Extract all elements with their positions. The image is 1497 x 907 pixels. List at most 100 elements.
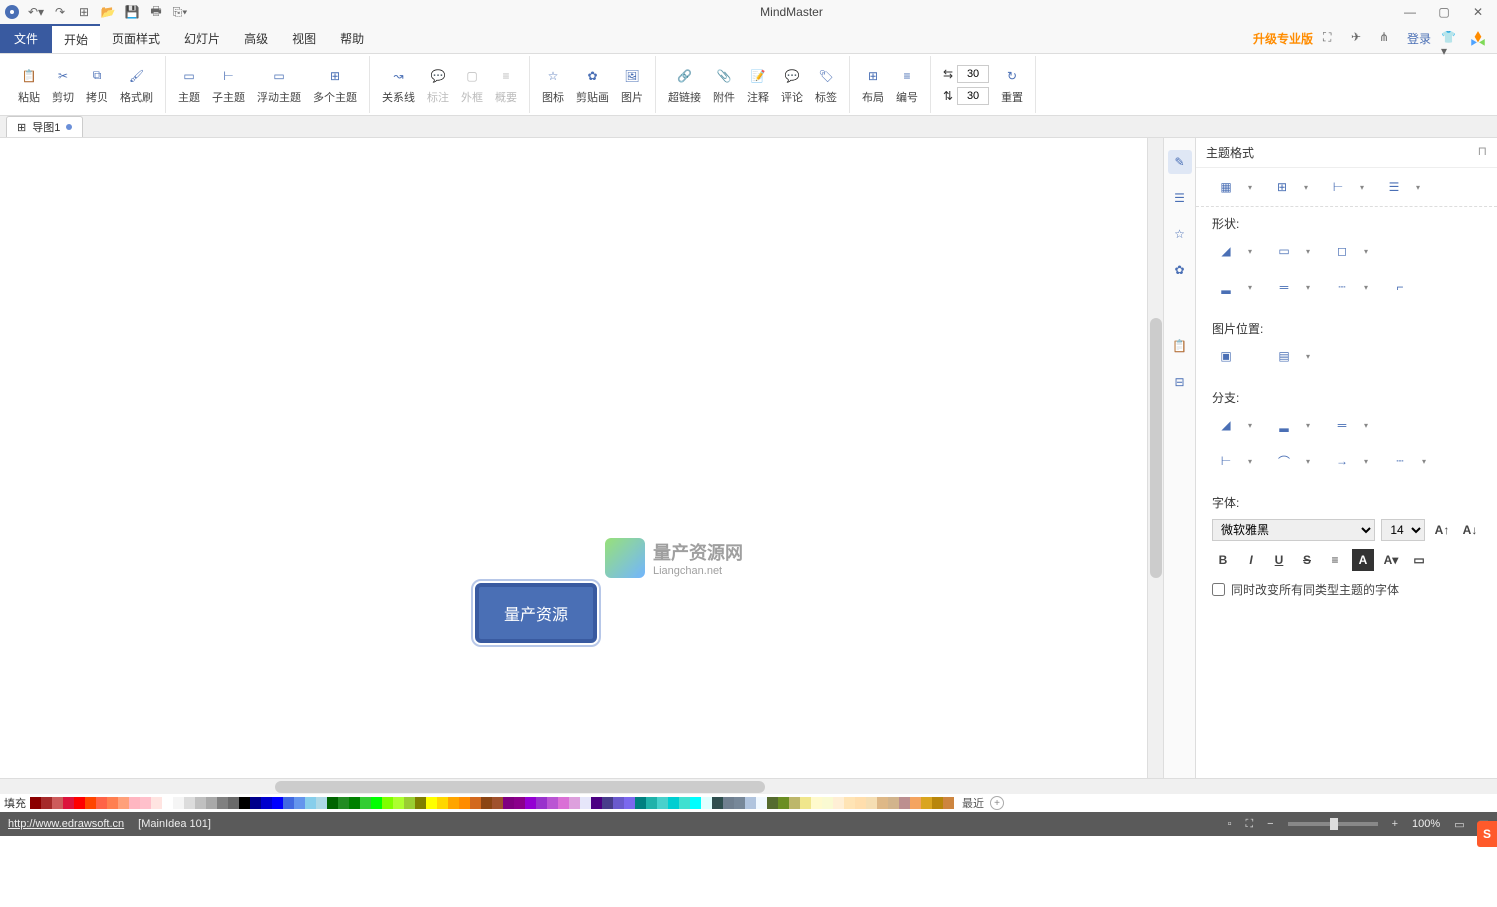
zoom-knob[interactable] (1330, 818, 1338, 830)
branch-fill-icon[interactable]: ◢ (1212, 414, 1240, 436)
side-style-icon[interactable]: ✎ (1168, 150, 1192, 174)
upgrade-link[interactable]: 升级专业版 (1253, 30, 1313, 47)
tab-page-style[interactable]: 页面样式 (100, 24, 172, 53)
color-swatch[interactable] (250, 797, 261, 809)
color-swatch[interactable] (899, 797, 910, 809)
close-button[interactable]: ✕ (1463, 2, 1493, 22)
color-swatch[interactable] (448, 797, 459, 809)
color-swatch[interactable] (943, 797, 954, 809)
app-menu-icon[interactable] (4, 4, 20, 20)
color-swatch[interactable] (129, 797, 140, 809)
horizontal-scrollbar[interactable] (0, 778, 1497, 794)
redo-icon[interactable]: ↷ (52, 4, 68, 20)
canvas[interactable]: 量产资源网 Liangchan.net 量产资源 (0, 138, 1147, 778)
maximize-button[interactable]: ▢ (1429, 2, 1459, 22)
paste-button[interactable]: 📋粘贴 (12, 56, 46, 113)
tab-help[interactable]: 帮助 (328, 24, 376, 53)
side-icon-icon[interactable]: ☆ (1168, 222, 1192, 246)
minimize-button[interactable]: — (1395, 2, 1425, 22)
branch-dash-icon[interactable]: ┄ (1386, 450, 1414, 472)
color-swatch[interactable] (283, 797, 294, 809)
format-painter-button[interactable]: 🖌格式刷 (114, 56, 159, 113)
font-increase-icon[interactable]: A↑ (1431, 519, 1453, 541)
fit-page-icon[interactable]: ▫ (1228, 818, 1232, 830)
color-swatch[interactable] (272, 797, 283, 809)
color-swatch[interactable] (63, 797, 74, 809)
image-button[interactable]: 🖼图片 (615, 56, 649, 113)
branch-weight-icon[interactable]: ═ (1328, 414, 1356, 436)
color-swatch[interactable] (613, 797, 624, 809)
color-swatch[interactable] (767, 797, 778, 809)
color-swatch[interactable] (635, 797, 646, 809)
color-swatch[interactable] (602, 797, 613, 809)
shape-type-icon[interactable]: ▭ (1270, 240, 1298, 262)
color-swatch[interactable] (558, 797, 569, 809)
comment-button[interactable]: 💬评论 (775, 56, 809, 113)
print-icon[interactable]: 🖶 (148, 4, 164, 20)
color-swatch[interactable] (349, 797, 360, 809)
color-swatch[interactable] (74, 797, 85, 809)
color-swatch[interactable] (173, 797, 184, 809)
color-swatch[interactable] (910, 797, 921, 809)
image-pos-2-icon[interactable]: ▤ (1270, 345, 1298, 367)
floating-topic-button[interactable]: ▭浮动主题 (251, 56, 307, 113)
color-swatch[interactable] (503, 797, 514, 809)
layout-style-3-icon[interactable]: ⊢ (1324, 176, 1352, 198)
color-swatch[interactable] (789, 797, 800, 809)
color-swatch[interactable] (712, 797, 723, 809)
hspacing-input[interactable] (957, 65, 989, 83)
layout-button[interactable]: ⊞布局 (856, 56, 890, 113)
color-swatch[interactable] (547, 797, 558, 809)
color-swatch[interactable] (569, 797, 580, 809)
apply-all-checkbox-row[interactable]: 同时改变所有同类型主题的字体 (1212, 581, 1481, 598)
align-button[interactable]: ≡ (1324, 549, 1346, 571)
color-swatch[interactable] (866, 797, 877, 809)
open-icon[interactable]: 📂 (100, 4, 116, 20)
branch-curve-icon[interactable]: ⌒ (1270, 450, 1298, 472)
layout-style-4-icon[interactable]: ☰ (1380, 176, 1408, 198)
font-decrease-icon[interactable]: A↓ (1459, 519, 1481, 541)
undo-icon[interactable]: ↶▾ (28, 4, 44, 20)
color-swatch[interactable] (811, 797, 822, 809)
vertical-scrollbar[interactable] (1147, 138, 1163, 778)
save-icon[interactable]: 💾 (124, 4, 140, 20)
color-swatch[interactable] (239, 797, 250, 809)
color-swatch[interactable] (701, 797, 712, 809)
number-button[interactable]: ≡编号 (890, 56, 924, 113)
view-mode-1-icon[interactable]: ▭ (1454, 818, 1464, 831)
color-swatch[interactable] (536, 797, 547, 809)
attachment-button[interactable]: 📎附件 (707, 56, 741, 113)
color-swatch[interactable] (96, 797, 107, 809)
color-swatch[interactable] (745, 797, 756, 809)
color-swatch[interactable] (624, 797, 635, 809)
fit-width-icon[interactable]: ⛶ (1245, 818, 1253, 831)
color-swatch[interactable] (844, 797, 855, 809)
color-swatch[interactable] (734, 797, 745, 809)
layout-style-1-icon[interactable]: ▦ (1212, 176, 1240, 198)
multi-topic-button[interactable]: ⊞多个主题 (307, 56, 363, 113)
shadow-icon[interactable]: ◻ (1328, 240, 1356, 262)
text-box-button[interactable]: ▭ (1408, 549, 1430, 571)
color-swatch[interactable] (360, 797, 371, 809)
note-button[interactable]: 📝注释 (741, 56, 775, 113)
sogou-ime-icon[interactable]: S (1477, 821, 1497, 847)
subtopic-button[interactable]: ⊢子主题 (206, 56, 251, 113)
color-swatch[interactable] (888, 797, 899, 809)
reset-button[interactable]: ↻重置 (995, 56, 1029, 113)
color-swatch[interactable] (921, 797, 932, 809)
icon-button[interactable]: ☆图标 (536, 56, 570, 113)
color-swatch[interactable] (327, 797, 338, 809)
color-swatch[interactable] (470, 797, 481, 809)
clipart-button[interactable]: ✿剪贴画 (570, 56, 615, 113)
send-icon[interactable]: ✈ (1351, 30, 1369, 48)
callout-button[interactable]: 💬标注 (421, 56, 455, 113)
apply-all-checkbox[interactable] (1212, 583, 1225, 596)
color-swatch[interactable] (41, 797, 52, 809)
color-swatch[interactable] (855, 797, 866, 809)
pin-icon[interactable]: ⊓ (1478, 144, 1487, 161)
color-swatch[interactable] (316, 797, 327, 809)
color-swatch[interactable] (261, 797, 272, 809)
fill-color-icon[interactable]: ◢ (1212, 240, 1240, 262)
font-size-select[interactable]: 14 (1381, 519, 1425, 541)
zoom-slider[interactable] (1288, 822, 1378, 826)
